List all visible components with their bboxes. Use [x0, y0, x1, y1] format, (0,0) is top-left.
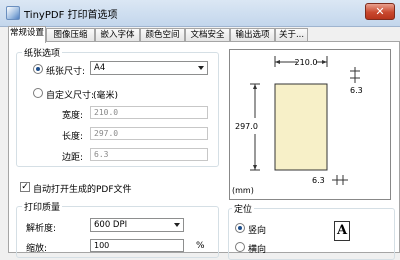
tab-document-security[interactable]: 文档安全: [185, 28, 230, 42]
scale-label: 缩放:: [26, 244, 48, 254]
custom-size-unit: (毫米): [93, 91, 119, 101]
tab-image-compression[interactable]: 图像压缩: [46, 28, 95, 42]
resolution-label: 解析度:: [26, 224, 57, 234]
app-icon: [6, 6, 20, 20]
paper-size-label: 纸张尺寸:: [46, 67, 86, 77]
margin-bottom-text: 6.3: [312, 176, 325, 185]
height-field[interactable]: 297.0: [90, 127, 208, 140]
unit-text: (mm): [232, 186, 254, 195]
paper-preview: 210.0 297.0 6.3 6.3 (mm): [229, 49, 391, 200]
landscape-radio[interactable]: [235, 242, 245, 252]
tab-embed-fonts[interactable]: 嵌入字体: [95, 28, 140, 42]
title-bar: TinyPDF 打印首选项 ✕: [0, 0, 400, 27]
custom-size-radio[interactable]: [33, 88, 43, 98]
portrait-label: 竖向: [248, 226, 267, 236]
tab-general[interactable]: 常规设置: [8, 26, 46, 43]
paper-preview-diagram: 210.0 297.0 6.3 6.3 (mm): [232, 56, 363, 195]
margin-label: 边距:: [62, 153, 84, 163]
width-dimension-text: 210.0: [295, 58, 318, 67]
arrow-left-icon: [275, 60, 280, 64]
print-quality-title: 打印质量: [22, 200, 63, 213]
resolution-select[interactable]: 600 DPI: [90, 218, 184, 232]
resolution-value: 600 DPI: [94, 220, 128, 230]
width-field[interactable]: 210.0: [90, 106, 208, 119]
auto-open-checkbox[interactable]: ✓: [20, 182, 30, 192]
custom-size-label: 自定义尺寸:: [46, 91, 95, 101]
tab-about[interactable]: 关于...: [275, 28, 308, 42]
arrow-up-icon: [253, 84, 257, 89]
landscape-label: 横向: [248, 245, 267, 255]
tab-output-options[interactable]: 输出选项: [230, 28, 275, 42]
margin-top-text: 6.3: [350, 86, 363, 95]
chevron-down-icon: [174, 223, 180, 227]
scale-field[interactable]: 100: [90, 239, 184, 252]
tab-color-space[interactable]: 颜色空间: [140, 28, 185, 42]
portrait-orientation-icon: A: [334, 221, 350, 241]
paper-size-select[interactable]: A4: [90, 61, 208, 75]
height-dimension-text: 297.0: [235, 122, 258, 131]
chevron-down-icon: [198, 66, 204, 70]
paper-size-radio[interactable]: [33, 64, 43, 74]
orientation-title: 定位: [232, 202, 255, 215]
window-title: TinyPDF 打印首选项: [24, 10, 118, 21]
margin-field[interactable]: 6.3: [90, 148, 208, 161]
height-label: 长度:: [62, 132, 84, 142]
arrow-right-icon: [322, 60, 327, 64]
paper-size-value: A4: [94, 63, 106, 73]
auto-open-label: 自动打开生成的PDF文件: [33, 185, 132, 195]
scale-unit: %: [196, 241, 205, 251]
arrow-down-icon: [253, 165, 257, 170]
paper-sheet: [274, 83, 328, 171]
paper-options-title: 纸张选项: [22, 46, 63, 59]
close-button[interactable]: ✕: [365, 3, 395, 20]
portrait-radio[interactable]: [235, 223, 245, 233]
width-label: 宽度:: [62, 111, 84, 121]
